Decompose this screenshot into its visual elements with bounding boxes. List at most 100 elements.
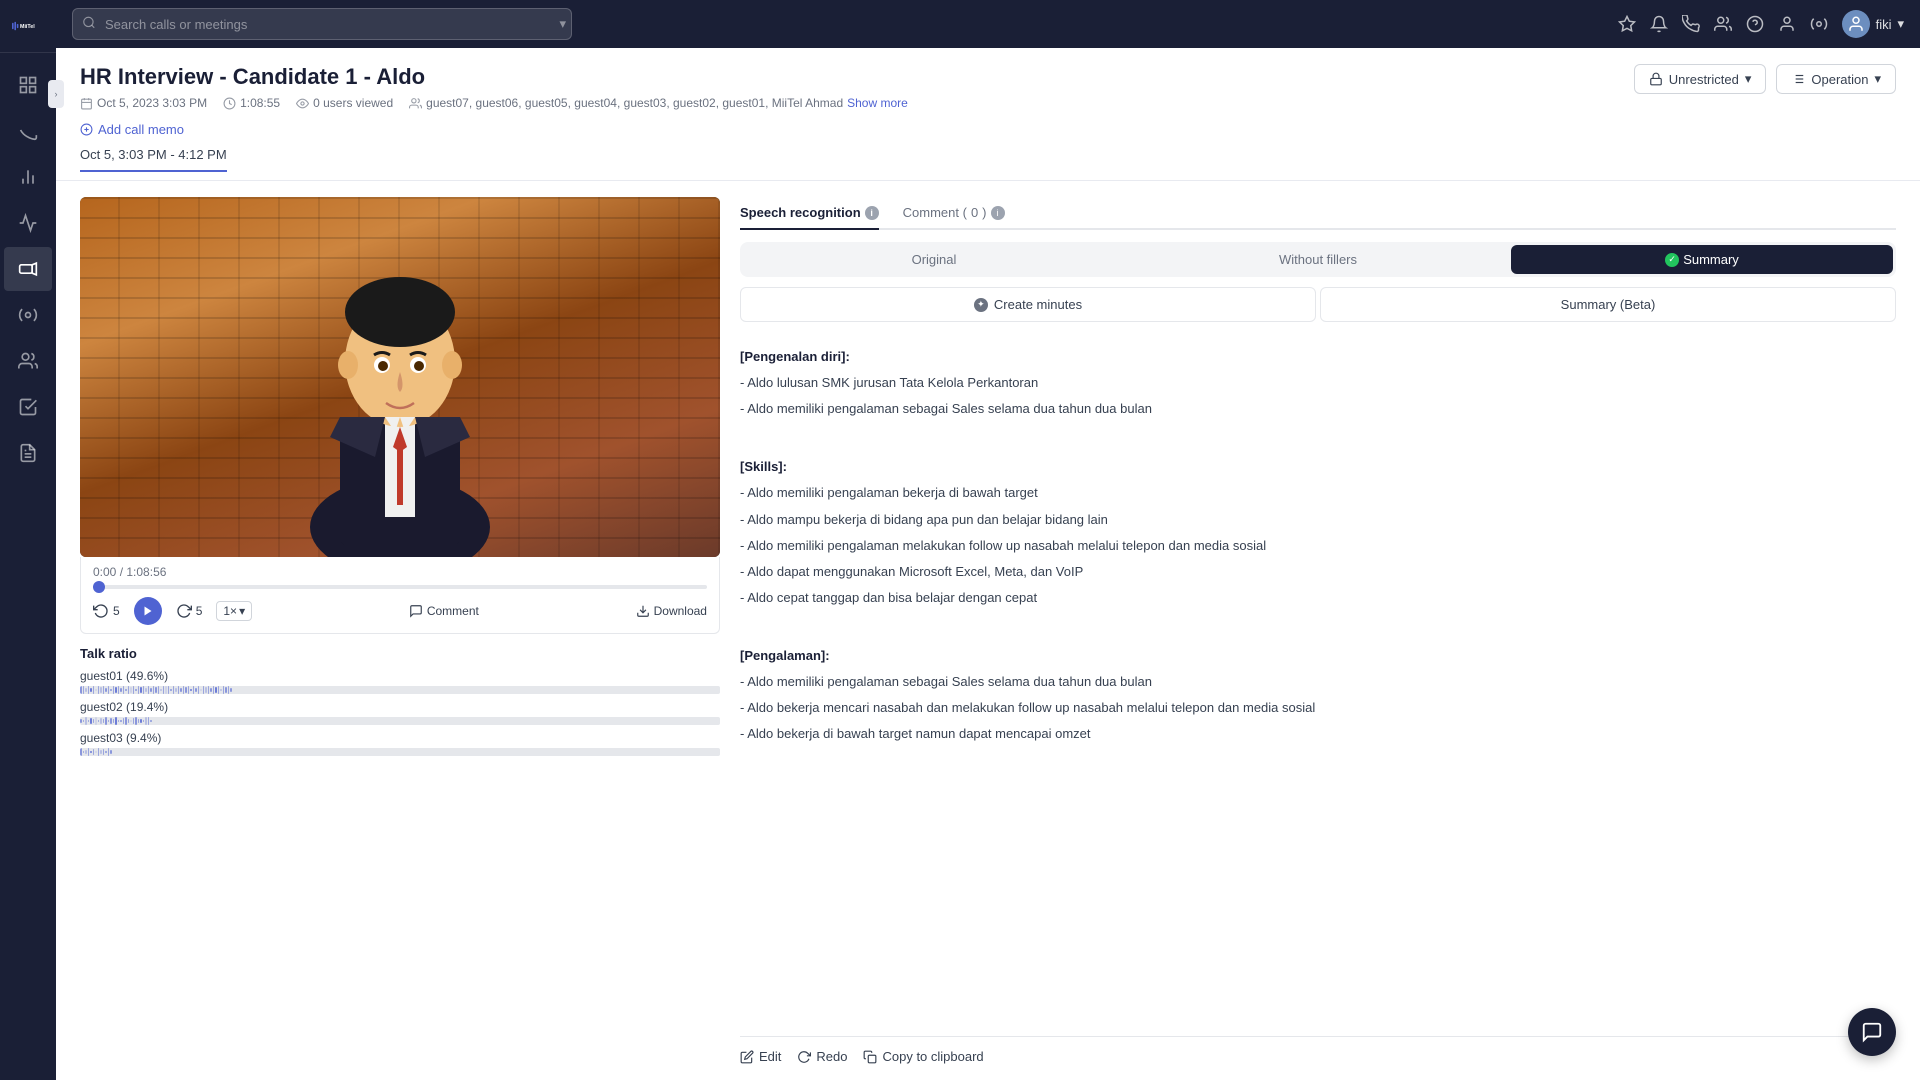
redo-button[interactable]: Redo [797,1049,847,1064]
search-input[interactable] [72,8,572,40]
forward-label: 5 [196,604,203,618]
sidebar-navigation [0,53,56,1080]
sidebar-item-tasks[interactable] [4,385,52,429]
settings-icon[interactable] [1810,15,1828,33]
edit-label: Edit [759,1049,781,1064]
video-controls: 0:00 / 1:08:56 5 [80,557,720,634]
forward-button[interactable]: 5 [176,603,203,619]
download-button[interactable]: Download [636,604,707,618]
summary-actions: Edit Redo Copy to clipboard [740,1036,1896,1064]
sidebar-item-video[interactable] [4,247,52,291]
summary-heading-skills: [Skills]: [740,456,1892,478]
tab-original[interactable]: Original [743,245,1125,274]
sidebar-item-dashboard[interactable] [4,63,52,107]
team-icon[interactable] [1714,15,1732,33]
sidebar-collapse-button[interactable]: › [48,80,64,108]
video-progress-dot [93,581,105,593]
right-panel: Speech recognition i Comment (0) i Origi… [740,197,1896,1064]
redo-label: Redo [816,1049,847,1064]
minutes-icon: ✦ [974,298,988,312]
summary-heading-experience: [Pengalaman]: [740,645,1892,667]
meta-date-value: Oct 5, 2023 3:03 PM [97,96,207,110]
show-more-link[interactable]: Show more [847,96,908,110]
comment-info-icon: i [991,206,1005,220]
unrestricted-button[interactable]: Unrestricted ▾ [1634,64,1767,94]
summary-item-3: - Aldo memiliki pengalaman bekerja di ba… [740,482,1892,504]
talk-ratio-label-guest02: guest02 (19.4%) [80,700,720,714]
create-minutes-label: Create minutes [994,297,1082,312]
talk-ratio-row-guest01: guest01 (49.6%) [80,669,720,694]
notifications-icon[interactable] [1650,15,1668,33]
search-icon [82,16,96,33]
summary-item-2: - Aldo memiliki pengalaman sebagai Sales… [740,398,1892,420]
current-time: 0:00 [93,565,116,579]
help-icon[interactable] [1746,15,1764,33]
sidebar-item-analytics[interactable] [4,201,52,245]
meta-duration: 1:08:55 [223,96,280,110]
talk-ratio-label-guest03: guest03 (9.4%) [80,731,720,745]
talk-ratio-section: Talk ratio guest01 (49.6%) [80,646,720,762]
sidebar-item-users[interactable] [4,339,52,383]
tab-without-fillers-label: Without fillers [1279,252,1357,267]
summary-item-6: - Aldo dapat menggunakan Microsoft Excel… [740,561,1892,583]
tab-without-fillers[interactable]: Without fillers [1127,245,1509,274]
sidebar-item-calls[interactable] [4,109,52,153]
sidebar-logo: MiiTel [0,0,56,53]
summary-item-7: - Aldo cepat tanggap dan bisa belajar de… [740,587,1892,609]
summary-item-5: - Aldo memiliki pengalaman melakukan fol… [740,535,1892,557]
talk-ratio-title: Talk ratio [80,646,720,661]
meta-duration-value: 1:08:55 [240,96,280,110]
summary-item-1: - Aldo lulusan SMK jurusan Tata Kelola P… [740,372,1892,394]
content-area: HR Interview - Candidate 1 - Aldo Oct 5,… [56,48,1920,1080]
tab-comment-label: Comment ( [903,205,967,220]
video-buttons: 5 5 1× ▾ [93,597,707,625]
create-minutes-button[interactable]: ✦ Create minutes [740,287,1316,322]
user-menu[interactable]: fiki ▾ [1842,10,1904,38]
tab-speech-recognition[interactable]: Speech recognition i [740,197,879,228]
speed-button[interactable]: 1× ▾ [216,601,252,621]
page-title-section: HR Interview - Candidate 1 - Aldo Oct 5,… [80,64,908,141]
summary-content: [Pengenalan diri]: - Aldo lulusan SMK ju… [740,336,1896,1028]
sidebar: MiiTel [0,0,56,1080]
summary-check-icon: ✓ [1665,253,1679,267]
video-panel: 0:00 / 1:08:56 5 [80,197,720,1064]
total-time: 1:08:56 [126,565,166,579]
speed-label: 1× [223,604,237,618]
summary-beta-button[interactable]: Summary (Beta) [1320,287,1896,322]
meta-viewers-value: 0 users viewed [313,96,393,110]
edit-button[interactable]: Edit [740,1049,781,1064]
page-title: HR Interview - Candidate 1 - Aldo [80,64,908,90]
play-button[interactable] [134,597,162,625]
comment-button[interactable]: Comment [409,604,479,618]
video-time-display: 0:00 / 1:08:56 [93,565,707,579]
talk-ratio-label-guest01: guest01 (49.6%) [80,669,720,683]
favorites-icon[interactable] [1618,15,1636,33]
tab-comment[interactable]: Comment (0) i [903,197,1005,228]
speech-tabs: Speech recognition i Comment (0) i [740,197,1896,230]
sidebar-item-notes[interactable] [4,431,52,475]
operation-button[interactable]: Operation ▾ [1776,64,1896,94]
unrestricted-label: Unrestricted [1669,72,1739,87]
chat-bubble[interactable] [1848,1008,1896,1056]
page-header-top: HR Interview - Candidate 1 - Aldo Oct 5,… [80,64,1896,141]
summary-item-4: - Aldo mampu bekerja di bidang apa pun d… [740,509,1892,531]
copy-to-clipboard-button[interactable]: Copy to clipboard [863,1049,983,1064]
rewind-button[interactable]: 5 [93,603,120,619]
svg-text:MiiTel: MiiTel [20,24,35,30]
summary-item-9: - Aldo bekerja mencari nasabah dan melak… [740,697,1892,719]
page-header-actions: Unrestricted ▾ Operation ▾ [1634,64,1896,94]
video-player[interactable] [80,197,720,557]
tab-summary-label: Summary [1683,252,1739,267]
operation-label: Operation [1811,72,1868,87]
tab-original-label: Original [912,252,957,267]
video-progress-bar[interactable] [93,585,707,589]
sidebar-item-reports[interactable] [4,155,52,199]
profile-icon[interactable] [1778,15,1796,33]
add-memo-button[interactable]: Add call memo [80,118,908,141]
sidebar-item-integration[interactable] [4,293,52,337]
search-dropdown-icon[interactable]: ▾ [559,16,566,32]
talk-ratio-row-guest03: guest03 (9.4%) [80,731,720,756]
summary-item-10: - Aldo bekerja di bawah target namun dap… [740,723,1892,745]
phone-icon[interactable] [1682,15,1700,33]
tab-summary[interactable]: ✓ Summary [1511,245,1893,274]
